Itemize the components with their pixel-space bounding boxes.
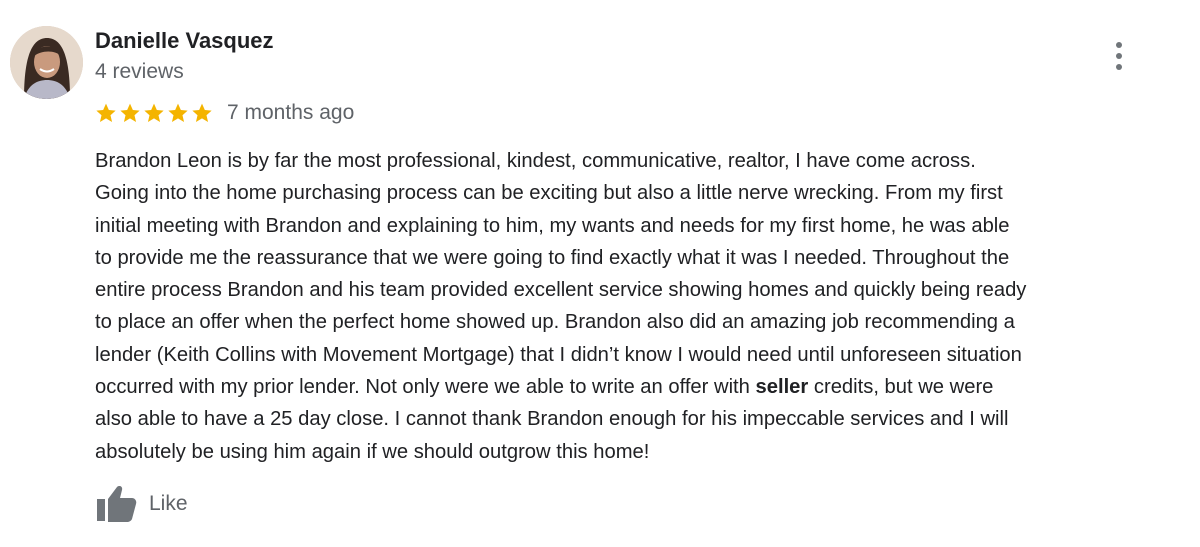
review-text-line: initial meeting with Brandon and explain… — [95, 214, 1010, 237]
review-text-segment: occurred with my prior lender. Not only … — [95, 376, 756, 399]
avatar-image — [10, 26, 83, 99]
more-vert-icon-dot — [1116, 64, 1122, 70]
review-text-line: absolutely be using him again if we shou… — [95, 440, 650, 463]
review-text-line: Brandon Leon is by far the most professi… — [95, 150, 976, 172]
star-icon — [167, 102, 189, 124]
review-text-line: also able to have a 25 day close. I cann… — [95, 408, 1009, 431]
star-icon — [143, 102, 165, 124]
review-text: Brandon Leon is by far the most professi… — [95, 145, 1185, 468]
more-options-button[interactable] — [1104, 38, 1134, 74]
review-text-line: to place an offer when the perfect home … — [95, 311, 1015, 334]
rating-row: 7 months ago — [95, 98, 354, 128]
review-date: 7 months ago — [227, 101, 355, 124]
review-count[interactable]: 4 reviews — [95, 60, 184, 84]
review-text-line: Going into the home purchasing process c… — [95, 182, 1003, 205]
star-icon — [119, 102, 141, 124]
review-text-line: lender (Keith Collins with Movement Mort… — [95, 343, 1022, 366]
like-label: Like — [149, 492, 188, 515]
review-text-segment: credits, but we were — [808, 376, 994, 399]
more-vert-icon-dot — [1116, 53, 1122, 59]
star-rating — [95, 102, 215, 124]
review-text-line: occurred with my prior lender. Not only … — [95, 371, 1185, 403]
review-text-line: to provide me the reassurance that we we… — [95, 246, 1010, 269]
review-text-bold: seller — [755, 376, 809, 399]
review-card: Danielle Vasquez 4 reviews 7 months ago … — [0, 0, 1200, 547]
more-vert-icon-dot — [1116, 42, 1122, 48]
avatar[interactable] — [10, 26, 83, 99]
star-icon — [95, 102, 117, 124]
star-icon — [191, 102, 213, 124]
thumbs-up-icon — [95, 485, 137, 523]
review-text-line: entire process Brandon and his team prov… — [95, 279, 1027, 302]
like-button[interactable]: Like — [95, 484, 188, 524]
reviewer-name[interactable]: Danielle Vasquez — [95, 28, 274, 54]
